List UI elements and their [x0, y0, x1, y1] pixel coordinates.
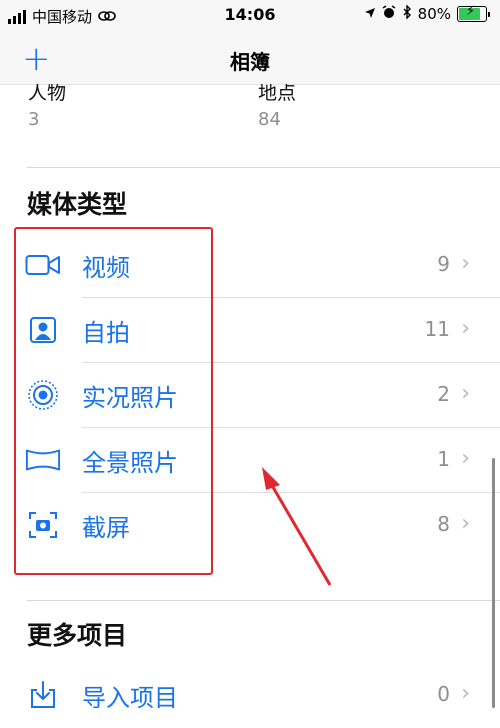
- scrollbar[interactable]: [492, 458, 495, 708]
- annotation-arrow-icon: [262, 467, 332, 586]
